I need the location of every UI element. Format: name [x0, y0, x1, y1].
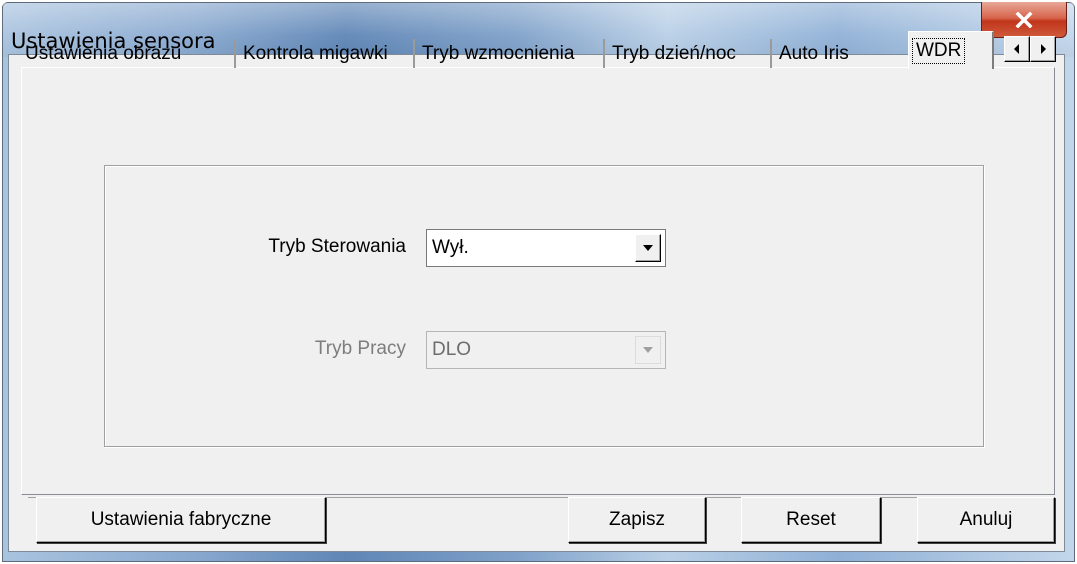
save-button[interactable]: Zapisz	[568, 497, 706, 543]
tab-scroll-right-button[interactable]	[1030, 36, 1056, 62]
tab-label: Kontrola migawki	[243, 43, 388, 64]
tab-label: Auto Iris	[779, 43, 849, 64]
dropdown-button	[635, 336, 661, 364]
tab-image-settings[interactable]: Ustawienia obrazu	[18, 39, 236, 68]
tab-shutter-control[interactable]: Kontrola migawki	[236, 39, 415, 68]
tab-label: Tryb wzmocnienia	[422, 43, 575, 64]
work-mode-label: Tryb Pracy	[314, 338, 406, 359]
control-mode-label: Tryb Sterowania	[268, 236, 406, 257]
tab-label: WDR	[912, 38, 966, 64]
reset-button[interactable]: Reset	[741, 497, 881, 543]
tab-wdr[interactable]: WDR	[908, 31, 994, 69]
tab-scroll-left-button[interactable]	[1004, 36, 1030, 62]
reset-label: Reset	[786, 509, 836, 530]
dropdown-button[interactable]	[635, 234, 661, 262]
close-icon	[1015, 11, 1033, 28]
tab-label: Tryb dzień/noc	[612, 43, 736, 64]
work-mode-value: DLO	[432, 339, 472, 360]
tab-auto-iris[interactable]: Auto Iris	[772, 39, 908, 68]
work-mode-select: DLO	[426, 331, 666, 369]
tab-label: Ustawienia obrazu	[25, 43, 182, 64]
chevron-down-icon	[643, 245, 653, 251]
tab-day-night-mode[interactable]: Tryb dzień/noc	[605, 39, 772, 68]
arrow-right-icon	[1041, 44, 1046, 54]
factory-settings-button[interactable]: Ustawienia fabryczne	[36, 497, 326, 543]
control-mode-select[interactable]: Wył.	[426, 229, 666, 267]
control-mode-value: Wył.	[432, 237, 469, 258]
arrow-left-icon	[1014, 44, 1019, 54]
cancel-label: Anuluj	[959, 509, 1013, 530]
tab-scroll-arrows	[1004, 36, 1056, 62]
chevron-down-icon	[643, 347, 653, 353]
wdr-settings-group	[104, 165, 984, 447]
cancel-button[interactable]: Anuluj	[917, 497, 1055, 543]
tab-gain-mode[interactable]: Tryb wzmocnienia	[415, 39, 605, 68]
save-label: Zapisz	[609, 509, 665, 530]
factory-settings-label: Ustawienia fabryczne	[90, 509, 272, 530]
